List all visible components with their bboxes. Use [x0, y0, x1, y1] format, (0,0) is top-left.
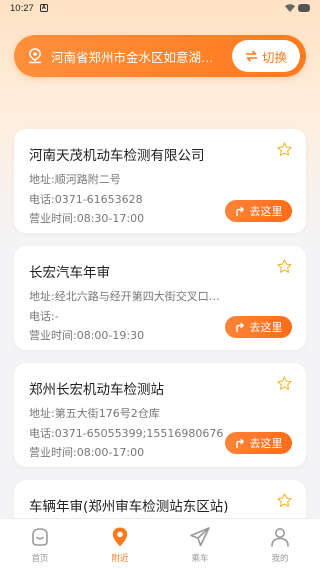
station-name: 郑州长宏机动车检测站: [29, 382, 164, 398]
switch-location-button[interactable]: 切换: [232, 40, 300, 72]
tab-profile-label: 我的: [271, 554, 289, 564]
location-bar[interactable]: 河南省郑州市金水区如意湖街道 切换: [14, 35, 306, 77]
location-pin-icon: [29, 48, 41, 64]
station-phone: 电话:-: [29, 310, 59, 323]
station-name: 长宏汽车年审: [29, 265, 110, 281]
go-here-button[interactable]: 去这里: [225, 200, 292, 222]
station-address: 地址:顺河路附二号: [29, 173, 121, 186]
go-here-button[interactable]: 去这里: [225, 432, 292, 454]
location-pin-icon: [112, 527, 128, 547]
route-icon: [235, 438, 244, 448]
switch-label: 切换: [261, 49, 287, 65]
station-card[interactable]: 长宏汽车年审 地址:经北六路与经开第四大街交叉口东100米 电话:- 营业时间:…: [14, 246, 306, 350]
route-icon: [235, 322, 244, 332]
station-hours: 营业时间:08:00-19:30: [29, 329, 145, 342]
station-hours: 营业时间:08:00-17:00: [29, 446, 145, 459]
tab-home[interactable]: 首页: [0, 519, 80, 569]
star-icon[interactable]: [276, 375, 293, 392]
star-icon[interactable]: [276, 492, 293, 509]
switch-arrows-icon: [245, 50, 258, 62]
station-name: 河南天茂机动车检测有限公司: [29, 148, 205, 164]
route-icon: [235, 206, 244, 216]
station-phone: 电话:0371-65055399;15516980676: [29, 427, 224, 440]
bottom-tab-bar: 首页 附近 乘车 我的: [0, 518, 320, 569]
status-bar: 10:27 A: [0, 0, 320, 16]
station-address: 地址:第五大街176号2仓库: [29, 407, 160, 420]
go-here-label: 去这里: [249, 205, 283, 218]
tab-ride[interactable]: 乘车: [160, 519, 240, 569]
home-icon: [32, 528, 48, 546]
tab-profile[interactable]: 我的: [240, 519, 320, 569]
station-name: 车辆年审(郑州审车检测站东区站): [29, 499, 229, 515]
paper-plane-icon: [190, 527, 210, 547]
go-here-label: 去这里: [249, 437, 283, 450]
current-address: 河南省郑州市金水区如意湖街道: [51, 50, 223, 65]
station-hours: 营业时间:08:30-17:00: [29, 212, 145, 225]
status-time: 10:27: [10, 2, 34, 14]
star-icon[interactable]: [276, 258, 293, 275]
tab-nearby[interactable]: 附近: [80, 519, 160, 569]
station-card[interactable]: 河南天茂机动车检测有限公司 地址:顺河路附二号 电话:0371-61653628…: [14, 129, 306, 233]
notification-icon: A: [39, 4, 48, 12]
tab-home-label: 首页: [31, 554, 49, 564]
status-indicators: [285, 4, 310, 12]
tab-ride-label: 乘车: [191, 554, 209, 564]
station-phone: 电话:0371-61653628: [29, 193, 143, 206]
wifi-icon: [285, 4, 295, 12]
station-card[interactable]: 郑州长宏机动车检测站 地址:第五大街176号2仓库 电话:0371-650553…: [14, 363, 306, 467]
go-here-button[interactable]: 去这里: [225, 316, 292, 338]
battery-icon: [298, 4, 310, 12]
user-icon: [271, 528, 289, 547]
star-icon[interactable]: [276, 141, 293, 158]
station-address: 地址:经北六路与经开第四大街交叉口东100米: [29, 290, 229, 303]
go-here-label: 去这里: [249, 321, 283, 334]
tab-nearby-label: 附近: [111, 554, 129, 564]
